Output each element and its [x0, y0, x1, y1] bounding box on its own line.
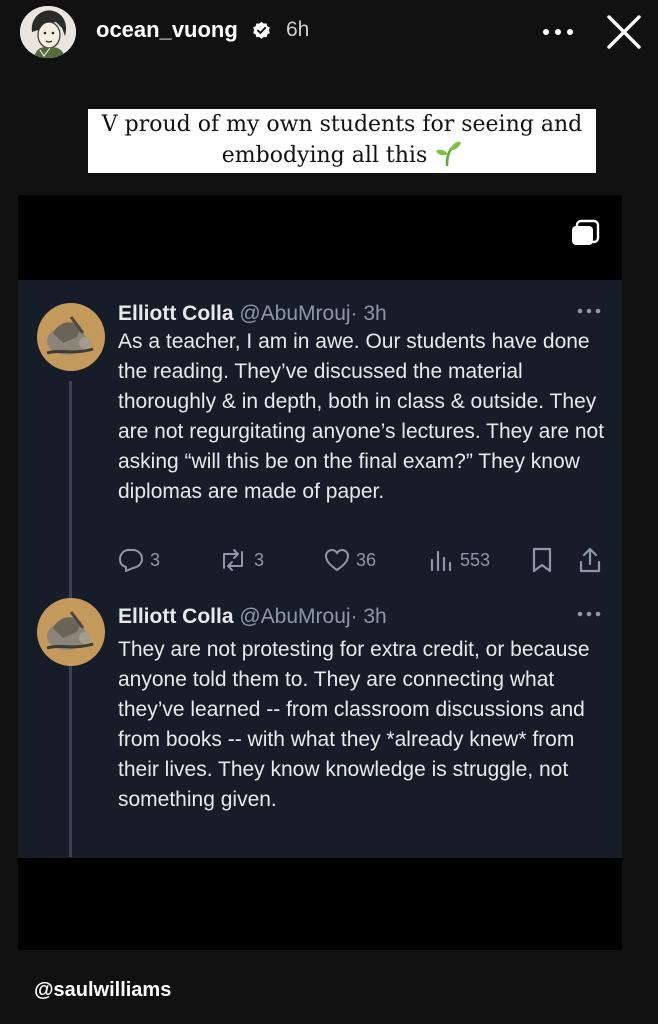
- avatar-photo-icon: [37, 598, 105, 666]
- reply-icon: [118, 549, 144, 572]
- caption-line-1: V proud of my own students for seeing an…: [101, 112, 583, 137]
- tweet-header: Elliott Colla @AbuMrouj· 3h: [118, 605, 387, 629]
- tweet-more-icon[interactable]: [576, 307, 602, 315]
- caption-line-2: embodying all this: [88, 140, 596, 171]
- tweet-body: They are not protesting for extra credit…: [118, 638, 590, 811]
- tweet-header: Elliott Colla @AbuMrouj· 3h: [118, 302, 387, 326]
- like-button[interactable]: 36: [324, 546, 376, 574]
- tweet-author-handle[interactable]: @AbuMrouj: [239, 605, 350, 628]
- views-button[interactable]: 553: [428, 546, 490, 574]
- bookmark-icon[interactable]: [531, 547, 553, 573]
- tweet-timestamp: · 3h: [350, 605, 387, 628]
- tweet-timestamp: · 3h: [350, 302, 387, 325]
- tweet-author-name[interactable]: Elliott Colla: [118, 302, 234, 325]
- reply-count: 3: [150, 549, 161, 570]
- repost-icon: [223, 549, 243, 571]
- views-count: 553: [460, 549, 491, 570]
- story-timestamp: 6h: [286, 18, 310, 41]
- avatar-photo-icon: [37, 303, 105, 371]
- tweet-actions: 3 3 36 553: [18, 546, 622, 574]
- like-count: 36: [356, 549, 377, 570]
- more-options-icon[interactable]: [540, 20, 576, 44]
- repost-button[interactable]: 3: [218, 546, 264, 574]
- story-caption: V proud of my own students for seeing an…: [88, 109, 596, 173]
- tweet-author-avatar[interactable]: [37, 598, 105, 666]
- profile-avatar[interactable]: [20, 6, 76, 58]
- shared-post-card[interactable]: Elliott Colla @AbuMrouj· 3h As a teacher…: [18, 195, 622, 950]
- tweet-thread: Elliott Colla @AbuMrouj· 3h As a teacher…: [18, 280, 622, 858]
- views-icon: [430, 550, 452, 572]
- tweet-more-icon[interactable]: [576, 610, 602, 618]
- tweet[interactable]: Elliott Colla @AbuMrouj· 3h They are not…: [18, 590, 622, 858]
- tweet-author-handle[interactable]: @AbuMrouj: [239, 302, 350, 325]
- tweet-body: As a teacher, I am in awe. Our students …: [118, 330, 605, 503]
- copy-icon[interactable]: [569, 218, 601, 248]
- story-username[interactable]: ocean_vuong: [96, 17, 238, 43]
- tweet[interactable]: Elliott Colla @AbuMrouj· 3h As a teacher…: [18, 280, 622, 590]
- seedling-emoji-icon: [436, 141, 462, 166]
- avatar-illustration-icon: [20, 6, 76, 58]
- tweet-author-name[interactable]: Elliott Colla: [118, 605, 234, 628]
- verified-badge-icon: [253, 21, 270, 39]
- tweet-author-avatar[interactable]: [37, 303, 105, 371]
- story-mention-tag[interactable]: @saulwilliams: [34, 979, 171, 1002]
- share-icon[interactable]: [578, 546, 602, 574]
- repost-count: 3: [254, 549, 265, 570]
- reply-button[interactable]: 3: [118, 546, 160, 574]
- story-header: ocean_vuong 6h: [0, 0, 658, 70]
- close-icon[interactable]: [604, 12, 644, 52]
- caption-line-2-text: embodying all this: [221, 143, 428, 168]
- heart-icon: [324, 548, 350, 572]
